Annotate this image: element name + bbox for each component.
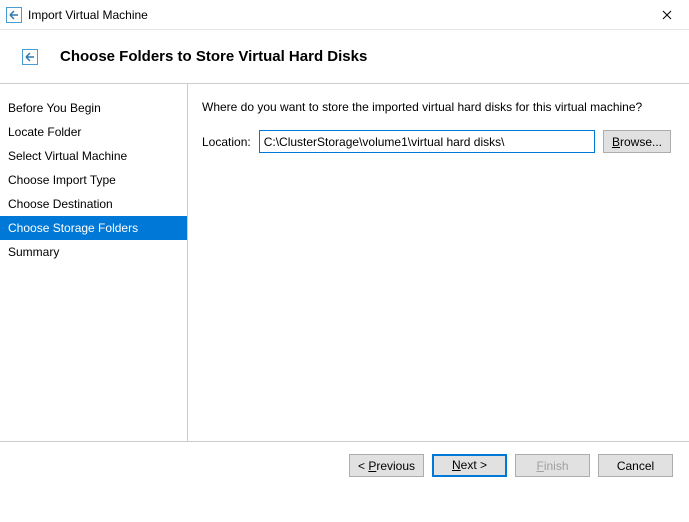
titlebar: Import Virtual Machine xyxy=(0,0,689,30)
previous-button[interactable]: < Previous xyxy=(349,454,424,477)
sidebar-item-choose-storage-folders[interactable]: Choose Storage Folders xyxy=(0,216,187,240)
browse-button[interactable]: Browse... xyxy=(603,130,671,153)
sidebar-item-label: Locate Folder xyxy=(8,125,81,139)
previous-rest: revious xyxy=(376,459,415,473)
window-title: Import Virtual Machine xyxy=(28,8,148,22)
cancel-label: Cancel xyxy=(617,459,654,473)
close-icon xyxy=(662,10,672,20)
next-rest: ext > xyxy=(461,458,487,472)
sidebar-item-label: Choose Storage Folders xyxy=(8,221,138,235)
sidebar-item-label: Before You Begin xyxy=(8,101,101,115)
browse-first: B xyxy=(612,135,620,149)
wizard-body: Before You Begin Locate Folder Select Vi… xyxy=(0,83,689,441)
sidebar-item-choose-destination[interactable]: Choose Destination xyxy=(0,192,187,216)
page-title: Choose Folders to Store Virtual Hard Dis… xyxy=(60,48,367,65)
next-first: N xyxy=(452,458,461,472)
sidebar-item-label: Select Virtual Machine xyxy=(8,149,127,163)
content: Where do you want to store the imported … xyxy=(188,84,689,441)
sidebar-item-summary[interactable]: Summary xyxy=(0,240,187,264)
location-input[interactable] xyxy=(259,130,595,153)
next-button[interactable]: Next > xyxy=(432,454,507,477)
close-button[interactable] xyxy=(644,0,689,30)
sidebar: Before You Begin Locate Folder Select Vi… xyxy=(0,84,188,441)
previous-prefix: < xyxy=(358,459,368,473)
import-icon xyxy=(6,7,22,23)
import-icon xyxy=(22,49,38,65)
sidebar-item-label: Choose Destination xyxy=(8,197,113,211)
finish-rest: inish xyxy=(544,459,569,473)
finish-button: Finish xyxy=(515,454,590,477)
sidebar-item-choose-import-type[interactable]: Choose Import Type xyxy=(0,168,187,192)
browse-rest: rowse... xyxy=(620,135,662,149)
sidebar-item-label: Summary xyxy=(8,245,59,259)
sidebar-item-locate-folder[interactable]: Locate Folder xyxy=(0,120,187,144)
finish-first: F xyxy=(536,459,543,473)
wizard-footer: < Previous Next > Finish Cancel xyxy=(0,441,689,489)
sidebar-item-before-you-begin[interactable]: Before You Begin xyxy=(0,96,187,120)
location-label: Location: xyxy=(202,135,251,149)
location-row: Location: Browse... xyxy=(202,130,671,153)
sidebar-item-label: Choose Import Type xyxy=(8,173,116,187)
prompt-text: Where do you want to store the imported … xyxy=(202,100,671,114)
sidebar-item-select-virtual-machine[interactable]: Select Virtual Machine xyxy=(0,144,187,168)
cancel-button[interactable]: Cancel xyxy=(598,454,673,477)
titlebar-left: Import Virtual Machine xyxy=(6,7,148,23)
wizard-header: Choose Folders to Store Virtual Hard Dis… xyxy=(0,30,689,83)
